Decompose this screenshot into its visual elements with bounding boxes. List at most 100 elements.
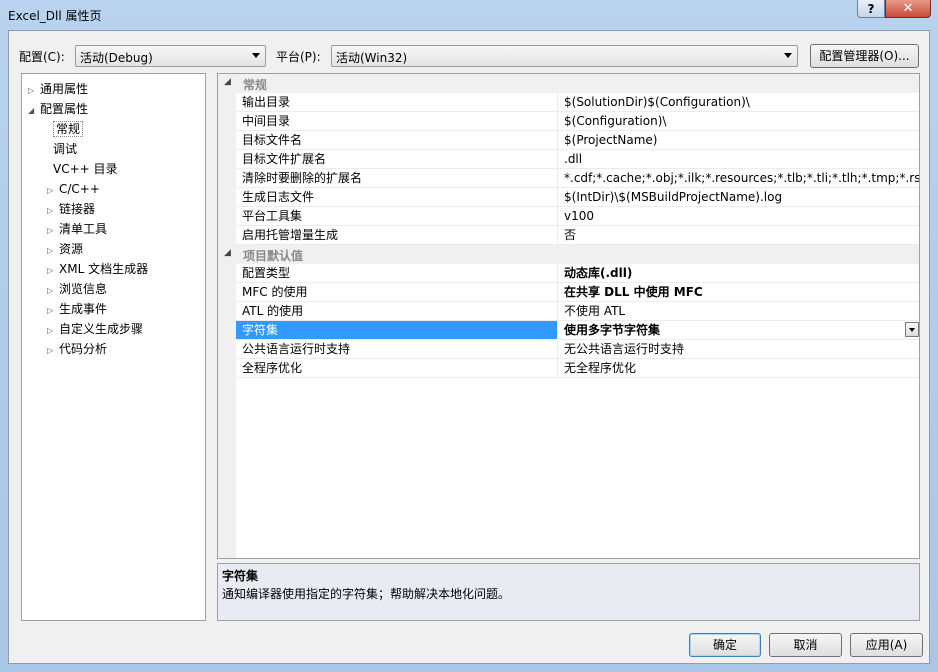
- title-bar[interactable]: Excel_Dll 属性页 ? ✕: [0, 0, 938, 30]
- dialog-client-area: 配置(C): 活动(Debug) 平台(P): 活动(Win32) 配置管理器(…: [8, 30, 930, 664]
- property-row[interactable]: 字符集 使用多字节字符集: [236, 321, 919, 340]
- tree-item-label: 常规: [53, 121, 84, 137]
- property-value[interactable]: $(ProjectName): [560, 131, 919, 149]
- config-manager-button[interactable]: 配置管理器(O)...: [810, 44, 919, 68]
- tree-item-label: VC++ 目录: [53, 162, 118, 176]
- dropdown-button[interactable]: [905, 322, 919, 337]
- expand-icon[interactable]: ▷: [47, 322, 59, 340]
- platform-combo-value: 活动(Win32): [336, 51, 408, 65]
- grid-category[interactable]: ◢ 项目默认值: [218, 245, 919, 264]
- property-row[interactable]: 清除时要删除的扩展名 *.cdf;*.cache;*.obj;*.ilk;*.re…: [236, 169, 919, 188]
- property-value[interactable]: .dll: [560, 150, 919, 168]
- expand-icon[interactable]: ▷: [47, 202, 59, 220]
- description-panel: 字符集 通知编译器使用指定的字符集；帮助解决本地化问题。: [217, 563, 920, 621]
- property-row[interactable]: 输出目录 $(SolutionDir)$(Configuration)\: [236, 93, 919, 112]
- property-row[interactable]: 公共语言运行时支持 无公共语言运行时支持: [236, 340, 919, 359]
- property-name: 生成日志文件: [236, 188, 558, 206]
- property-row[interactable]: 全程序优化 无全程序优化: [236, 359, 919, 378]
- property-value[interactable]: 在共享 DLL 中使用 MFC: [560, 283, 919, 301]
- property-value[interactable]: 无全程序优化: [560, 359, 919, 377]
- expand-icon[interactable]: ▷: [47, 342, 59, 360]
- property-value[interactable]: 无公共语言运行时支持: [560, 340, 919, 358]
- grid-gutter: [218, 74, 236, 558]
- tree-item[interactable]: ▷ 通用属性: [28, 80, 88, 98]
- property-row[interactable]: 生成日志文件 $(IntDir)\$(MSBuildProjectName).lo…: [236, 188, 919, 207]
- property-row[interactable]: ATL 的使用 不使用 ATL: [236, 302, 919, 321]
- property-row[interactable]: 配置类型 动态库(.dll): [236, 264, 919, 283]
- config-combo[interactable]: 活动(Debug): [75, 45, 266, 67]
- property-name: 输出目录: [236, 93, 558, 111]
- collapse-icon[interactable]: ◢: [224, 248, 231, 258]
- property-name: 配置类型: [236, 264, 558, 282]
- platform-combo[interactable]: 活动(Win32): [331, 45, 798, 67]
- property-value[interactable]: $(Configuration)\: [560, 112, 919, 130]
- collapse-icon[interactable]: ◢: [224, 77, 231, 87]
- property-name: ATL 的使用: [236, 302, 558, 320]
- apply-button[interactable]: 应用(A): [850, 633, 923, 657]
- expand-icon[interactable]: ▷: [47, 182, 59, 200]
- cancel-button[interactable]: 取消: [769, 633, 842, 657]
- tree-item[interactable]: ▷ 资源: [47, 240, 83, 258]
- tree-item[interactable]: ▷ 代码分析: [47, 340, 107, 358]
- tree-item-label: 自定义生成步骤: [59, 322, 144, 336]
- property-name: MFC 的使用: [236, 283, 558, 301]
- tree-item-label: 调试: [53, 142, 78, 156]
- expand-icon[interactable]: ▷: [47, 302, 59, 320]
- tree-item[interactable]: 调试: [47, 140, 77, 158]
- ok-button[interactable]: 确定: [689, 633, 761, 657]
- collapse-icon[interactable]: ◢: [28, 102, 40, 120]
- property-value[interactable]: $(SolutionDir)$(Configuration)\: [560, 93, 919, 111]
- grid-category[interactable]: ◢ 常规: [218, 74, 919, 93]
- property-grid[interactable]: ◢ 常规 输出目录 $(SolutionDir)$(Configuration)\ 中间…: [217, 73, 920, 559]
- property-name: 平台工具集: [236, 207, 558, 225]
- property-row[interactable]: 目标文件扩展名 .dll: [236, 150, 919, 169]
- property-value[interactable]: 动态库(.dll): [560, 264, 919, 282]
- close-button[interactable]: ✕: [885, 0, 931, 18]
- tree-item-label: 通用属性: [40, 82, 89, 96]
- expand-icon[interactable]: ▷: [47, 222, 59, 240]
- property-row[interactable]: MFC 的使用 在共享 DLL 中使用 MFC: [236, 283, 919, 302]
- tree-item[interactable]: ▷ 生成事件: [47, 300, 107, 318]
- tree-item[interactable]: ▷ 链接器: [47, 200, 95, 218]
- tree-item[interactable]: VC++ 目录: [47, 160, 118, 178]
- tree-item-label: 配置属性: [40, 102, 89, 116]
- property-row[interactable]: 平台工具集 v100: [236, 207, 919, 226]
- property-row[interactable]: 目标文件名 $(ProjectName): [236, 131, 919, 150]
- chevron-down-icon: [784, 53, 792, 58]
- property-value[interactable]: 使用多字节字符集: [560, 321, 919, 339]
- property-name: 公共语言运行时支持: [236, 340, 558, 358]
- expand-icon[interactable]: ▷: [47, 282, 59, 300]
- property-name: 全程序优化: [236, 359, 558, 377]
- property-name: 目标文件名: [236, 131, 558, 149]
- config-label: 配置(C):: [19, 50, 65, 64]
- properties-dialog: Excel_Dll 属性页 ? ✕ 配置(C): 活动(Debug) 平台(P)…: [0, 0, 938, 672]
- property-row[interactable]: 中间目录 $(Configuration)\: [236, 112, 919, 131]
- expand-icon[interactable]: ▷: [47, 262, 59, 280]
- property-value[interactable]: 否: [560, 226, 919, 244]
- expand-icon[interactable]: ▷: [47, 242, 59, 260]
- tree-item[interactable]: ▷ 清单工具: [47, 220, 107, 238]
- tree-item[interactable]: 常规: [47, 120, 84, 138]
- property-row[interactable]: 启用托管增量生成否: [236, 226, 919, 245]
- chevron-down-icon: [909, 328, 915, 332]
- property-value[interactable]: *.cdf;*.cache;*.obj;*.ilk;*.resources;*.…: [560, 169, 919, 187]
- tree-item[interactable]: ▷ 自定义生成步骤: [47, 320, 143, 338]
- tree-item[interactable]: ▷ XML 文档生成器: [47, 260, 148, 278]
- platform-label: 平台(P):: [276, 50, 321, 64]
- tree-item[interactable]: ▷ C/C++: [47, 180, 100, 198]
- config-combo-value: 活动(Debug): [80, 51, 153, 65]
- tree-item-label: 清单工具: [59, 222, 108, 236]
- property-tree[interactable]: ▷ 通用属性 ◢ 配置属性 常规 调试 VC++ 目录 ▷ C/C++ ▷ 链接器 ▷ 清单工具 ▷ 资源 ▷…: [21, 73, 206, 621]
- property-value[interactable]: $(IntDir)\$(MSBuildProjectName).log: [560, 188, 919, 206]
- category-label: 常规: [243, 78, 268, 92]
- tree-item[interactable]: ▷ 浏览信息: [47, 280, 107, 298]
- tree-item-label: C/C++: [59, 182, 100, 196]
- property-value[interactable]: v100: [560, 207, 919, 225]
- description-text: 通知编译器使用指定的字符集；帮助解决本地化问题。: [222, 587, 511, 601]
- help-button[interactable]: ?: [857, 0, 885, 18]
- description-title: 字符集: [222, 569, 259, 583]
- tree-item[interactable]: ◢ 配置属性: [28, 100, 88, 118]
- expand-icon[interactable]: ▷: [28, 82, 40, 100]
- property-value[interactable]: 不使用 ATL: [560, 302, 919, 320]
- tree-item-label: 生成事件: [59, 302, 108, 316]
